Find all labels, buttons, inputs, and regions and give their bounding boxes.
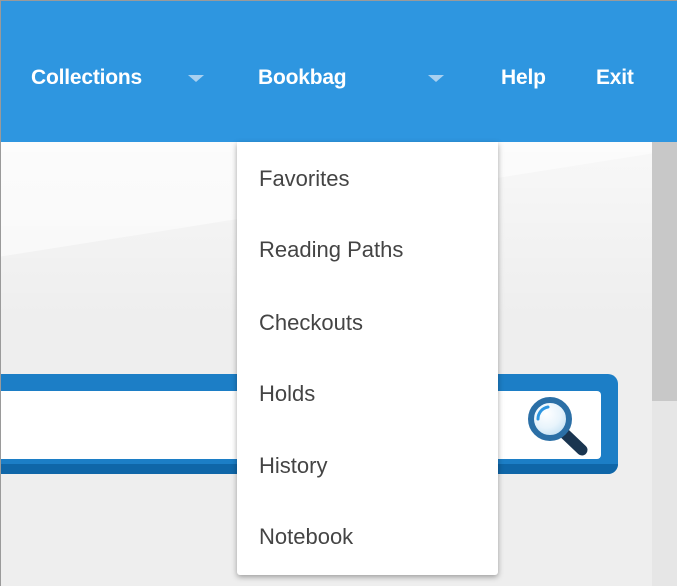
bookbag-dropdown-menu: Favorites Reading Paths Checkouts Holds … [237,142,498,575]
nav-help[interactable]: Help [501,63,546,93]
menu-item-favorites[interactable]: Favorites [259,164,349,194]
menu-item-history[interactable]: History [259,451,327,481]
menu-item-holds[interactable]: Holds [259,379,315,409]
menu-item-reading-paths[interactable]: Reading Paths [259,235,403,265]
search-icon [528,397,588,456]
search-button[interactable] [524,393,592,457]
menu-item-notebook[interactable]: Notebook [259,522,353,552]
menu-item-checkouts[interactable]: Checkouts [259,308,363,338]
app-window: Collections Bookbag Help Exit Favorites … [0,0,677,586]
chevron-down-icon[interactable] [428,75,444,82]
nav-exit[interactable]: Exit [596,63,634,93]
chevron-down-icon[interactable] [188,75,204,82]
nav-bookbag[interactable]: Bookbag [258,63,347,93]
scrollbar-thumb[interactable] [652,142,677,401]
nav-collections[interactable]: Collections [31,63,142,93]
top-navigation-bar: Collections Bookbag Help Exit [1,1,677,142]
